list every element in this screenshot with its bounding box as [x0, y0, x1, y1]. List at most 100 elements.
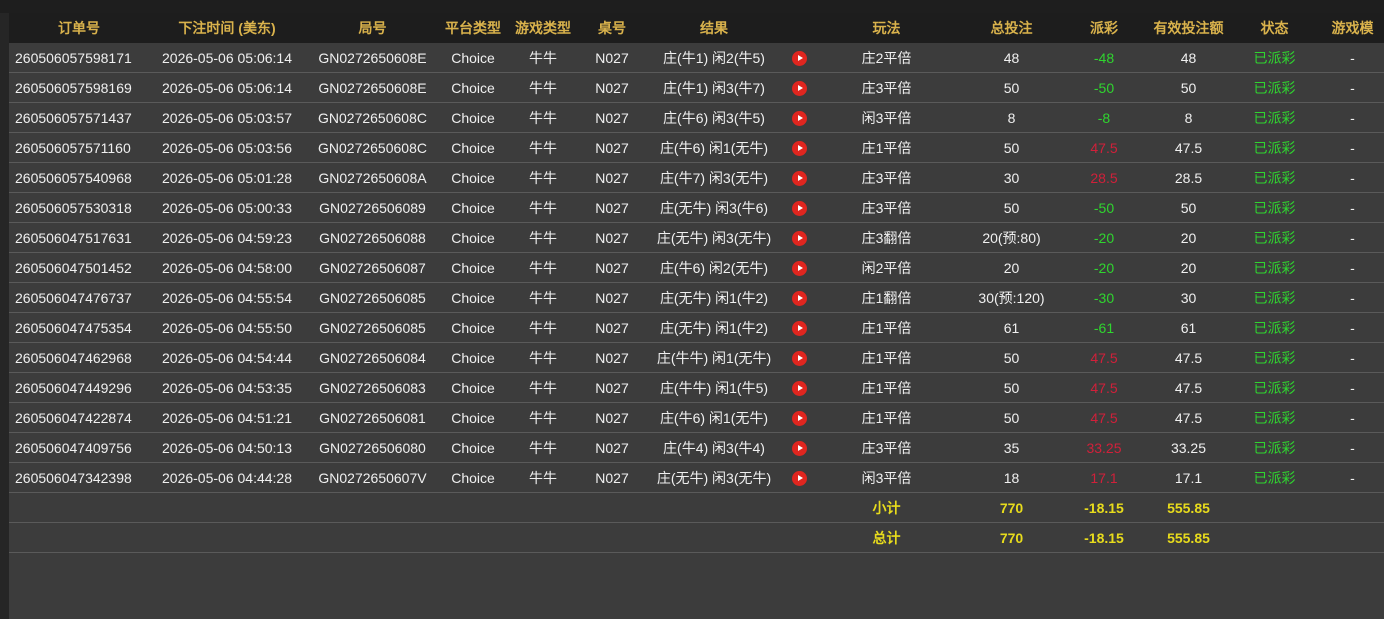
- game-type-cell: 牛牛: [506, 162, 580, 193]
- round-no-cell: GN0272650608C: [305, 132, 440, 163]
- replay-cell[interactable]: [784, 312, 814, 343]
- bet-time-cell: 2026-05-06 05:03:56: [149, 132, 305, 163]
- table-row: 260506057571437 2026-05-06 05:03:57 GN0272…: [9, 102, 1384, 133]
- play-circle-icon[interactable]: [791, 320, 807, 336]
- play-circle-icon[interactable]: [791, 170, 807, 186]
- payout-cell: -8: [1064, 102, 1144, 133]
- replay-cell[interactable]: [784, 462, 814, 493]
- replay-cell[interactable]: [784, 342, 814, 373]
- game-type-cell: 牛牛: [506, 132, 580, 163]
- total-bet-cell: 48: [959, 43, 1064, 73]
- table-row: 260506047475354 2026-05-06 04:55:50 GN0272…: [9, 312, 1384, 343]
- game-type-cell: 牛牛: [506, 102, 580, 133]
- platform-cell: Choice: [440, 342, 506, 373]
- game-type-cell: 牛牛: [506, 252, 580, 283]
- platform-cell: Choice: [440, 43, 506, 73]
- total-bet-cell: 50: [959, 342, 1064, 373]
- replay-cell[interactable]: [784, 222, 814, 253]
- payout-cell: -30: [1064, 282, 1144, 313]
- replay-cell[interactable]: [784, 252, 814, 283]
- play-circle-icon[interactable]: [791, 50, 807, 66]
- replay-cell[interactable]: [784, 192, 814, 223]
- game-type-cell: 牛牛: [506, 192, 580, 223]
- replay-cell[interactable]: [784, 43, 814, 73]
- summary-payout: -18.15: [1064, 522, 1144, 553]
- replay-cell[interactable]: [784, 72, 814, 103]
- play-circle-icon[interactable]: [791, 200, 807, 216]
- status-cell: 已派彩: [1233, 432, 1316, 463]
- total-bet-cell: 35: [959, 432, 1064, 463]
- play-circle-icon[interactable]: [791, 440, 807, 456]
- table-row: 260506047409756 2026-05-06 04:50:13 GN0272…: [9, 432, 1384, 463]
- column-header-total-bet: 总投注: [959, 13, 1064, 43]
- order-no-cell: 260506047476737: [9, 282, 149, 313]
- summary-spacer: [9, 522, 814, 553]
- bet-time-cell: 2026-05-06 04:55:50: [149, 312, 305, 343]
- play-circle-icon[interactable]: [791, 290, 807, 306]
- left-edge: [0, 13, 9, 619]
- bet-time-cell: 2026-05-06 04:44:28: [149, 462, 305, 493]
- round-no-cell: GN02726506087: [305, 252, 440, 283]
- game-type-cell: 牛牛: [506, 43, 580, 73]
- round-no-cell: GN0272650607V: [305, 462, 440, 493]
- column-header-status: 状态: [1233, 13, 1316, 43]
- valid-bet-cell: 8: [1144, 102, 1233, 133]
- bet-time-cell: 2026-05-06 04:54:44: [149, 342, 305, 373]
- round-no-cell: GN02726506081: [305, 402, 440, 433]
- column-header-game-mode: 游戏模: [1316, 13, 1384, 43]
- summary-label: 总计: [814, 522, 959, 553]
- total-bet-cell: 50: [959, 132, 1064, 163]
- play-circle-icon[interactable]: [791, 80, 807, 96]
- result-cell: 庄(牛6) 闲2(无牛): [644, 252, 784, 283]
- table-no-cell: N027: [580, 132, 644, 163]
- status-cell: 已派彩: [1233, 222, 1316, 253]
- game-mode-cell: -: [1316, 43, 1384, 73]
- bet-time-cell: 2026-05-06 04:59:23: [149, 222, 305, 253]
- replay-cell[interactable]: [784, 282, 814, 313]
- status-cell: 已派彩: [1233, 102, 1316, 133]
- status-cell: 已派彩: [1233, 192, 1316, 223]
- play-circle-icon[interactable]: [791, 350, 807, 366]
- play-type-cell: 庄1平倍: [814, 402, 959, 433]
- table-row: 260506057598169 2026-05-06 05:06:14 GN0272…: [9, 72, 1384, 103]
- replay-cell[interactable]: [784, 102, 814, 133]
- table-no-cell: N027: [580, 372, 644, 403]
- replay-cell[interactable]: [784, 372, 814, 403]
- table-row: 260506047342398 2026-05-06 04:44:28 GN0272…: [9, 462, 1384, 493]
- table-row: 260506057530318 2026-05-06 05:00:33 GN0272…: [9, 192, 1384, 223]
- total-bet-cell: 50: [959, 372, 1064, 403]
- column-header-valid-bet: 有效投注额: [1144, 13, 1233, 43]
- play-type-cell: 庄3翻倍: [814, 222, 959, 253]
- play-type-cell: 庄1平倍: [814, 312, 959, 343]
- game-mode-cell: -: [1316, 372, 1384, 403]
- play-circle-icon[interactable]: [791, 140, 807, 156]
- valid-bet-cell: 17.1: [1144, 462, 1233, 493]
- table-no-cell: N027: [580, 282, 644, 313]
- play-circle-icon[interactable]: [791, 260, 807, 276]
- status-cell: 已派彩: [1233, 282, 1316, 313]
- valid-bet-cell: 47.5: [1144, 342, 1233, 373]
- play-circle-icon[interactable]: [791, 380, 807, 396]
- bet-time-cell: 2026-05-06 04:58:00: [149, 252, 305, 283]
- play-circle-icon[interactable]: [791, 470, 807, 486]
- status-cell: 已派彩: [1233, 132, 1316, 163]
- replay-cell[interactable]: [784, 402, 814, 433]
- play-circle-icon[interactable]: [791, 230, 807, 246]
- play-circle-icon[interactable]: [791, 410, 807, 426]
- report-window: 订单号 下注时间 (美东) 局号 平台类型 游戏类型 桌号 结果 玩法 总投注 …: [0, 0, 1384, 619]
- summary-total-bet: 770: [959, 522, 1064, 553]
- round-no-cell: GN0272650608C: [305, 102, 440, 133]
- replay-cell[interactable]: [784, 162, 814, 193]
- platform-cell: Choice: [440, 162, 506, 193]
- order-no-cell: 260506057598171: [9, 43, 149, 73]
- order-no-cell: 260506047409756: [9, 432, 149, 463]
- replay-cell[interactable]: [784, 432, 814, 463]
- game-mode-cell: -: [1316, 72, 1384, 103]
- replay-cell[interactable]: [784, 132, 814, 163]
- payout-cell: 17.1: [1064, 462, 1144, 493]
- result-cell: 庄(无牛) 闲3(无牛): [644, 462, 784, 493]
- payout-cell: -48: [1064, 43, 1144, 73]
- game-type-cell: 牛牛: [506, 372, 580, 403]
- play-circle-icon[interactable]: [791, 110, 807, 126]
- order-no-cell: 260506047501452: [9, 252, 149, 283]
